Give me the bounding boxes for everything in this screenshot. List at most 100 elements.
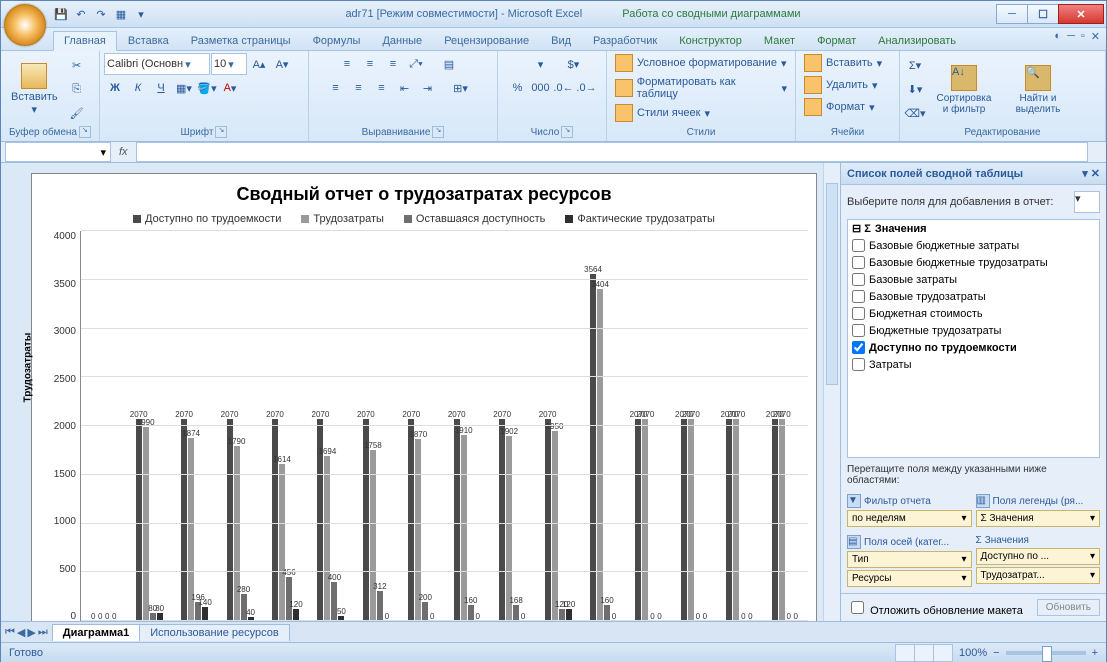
- chart-bar[interactable]: 2070: [779, 419, 785, 621]
- chart-bar[interactable]: 168: [513, 605, 519, 621]
- field-list[interactable]: ⊟ Σ Значения Базовые бюджетные затраты Б…: [847, 219, 1100, 458]
- normal-view-button[interactable]: [895, 644, 915, 662]
- zoom-slider[interactable]: [1006, 651, 1086, 655]
- update-button[interactable]: Обновить: [1037, 599, 1100, 616]
- font-launcher[interactable]: ↘: [215, 126, 227, 138]
- bold-button[interactable]: Ж: [104, 77, 126, 99]
- zoom-out-button[interactable]: −: [993, 647, 999, 659]
- percent-button[interactable]: %: [507, 77, 529, 99]
- font-color-button[interactable]: A▾: [219, 77, 241, 99]
- chart-bar[interactable]: 2070: [272, 419, 278, 621]
- formula-input[interactable]: [136, 142, 1088, 162]
- align-bottom-button[interactable]: ≡: [382, 53, 404, 75]
- align-middle-button[interactable]: ≡: [359, 53, 381, 75]
- fill-button[interactable]: ⬇▾: [904, 79, 926, 101]
- chart-bar[interactable]: 2070: [454, 419, 460, 621]
- field-item[interactable]: Базовые трудозатраты: [848, 288, 1099, 305]
- tab-data[interactable]: Данные: [371, 31, 433, 50]
- field-item[interactable]: Базовые бюджетные затраты: [848, 237, 1099, 254]
- layout-options-button[interactable]: ▾: [1074, 191, 1100, 213]
- sheet-tab-other[interactable]: Использование ресурсов: [139, 624, 289, 641]
- autosum-button[interactable]: Σ▾: [904, 55, 926, 77]
- chart-bar[interactable]: 2070: [772, 419, 778, 621]
- qat-more-icon[interactable]: ▾: [133, 6, 149, 22]
- tab-developer[interactable]: Разработчик: [582, 31, 668, 50]
- print-preview-icon[interactable]: ▦: [113, 6, 129, 22]
- tab-design[interactable]: Конструктор: [668, 31, 753, 50]
- chart-bar[interactable]: 140: [202, 607, 208, 621]
- decrease-decimal-button[interactable]: .0→: [576, 77, 598, 99]
- comma-button[interactable]: 000: [530, 77, 552, 99]
- field-group-header[interactable]: ⊟ Σ Значения: [848, 220, 1099, 237]
- minimize-button[interactable]: ─: [996, 4, 1028, 24]
- prev-sheet-icon[interactable]: ◀: [17, 626, 25, 639]
- undo-icon[interactable]: ↶: [73, 6, 89, 22]
- field-item[interactable]: Затраты: [848, 356, 1099, 373]
- format-as-table-button[interactable]: Форматировать как таблицу▾: [611, 75, 791, 101]
- chart-bar[interactable]: 2070: [642, 419, 648, 621]
- values-area[interactable]: Σ Значения Доступно по ...▾ Трудозатрат.…: [976, 533, 1101, 589]
- tab-home[interactable]: Главная: [53, 31, 117, 51]
- align-left-button[interactable]: ≡: [325, 77, 347, 99]
- field-item[interactable]: Базовые бюджетные трудозатраты: [848, 254, 1099, 271]
- copy-button[interactable]: ⎘: [66, 78, 88, 100]
- chart-bar[interactable]: 1950: [552, 431, 558, 621]
- number-launcher[interactable]: ↘: [561, 126, 573, 138]
- legend-area-value[interactable]: Σ Значения▾: [976, 510, 1101, 527]
- increase-decimal-button[interactable]: .0←: [553, 77, 575, 99]
- chart-bar[interactable]: 456: [286, 577, 292, 621]
- chart-bar[interactable]: 1614: [279, 464, 285, 621]
- tab-format[interactable]: Формат: [806, 31, 867, 50]
- tab-view[interactable]: Вид: [540, 31, 582, 50]
- values-area-value-1[interactable]: Трудозатрат...▾: [976, 567, 1101, 584]
- clear-button[interactable]: ⌫▾: [904, 103, 926, 125]
- chart-bar[interactable]: 2070: [227, 419, 233, 621]
- redo-icon[interactable]: ↷: [93, 6, 109, 22]
- number-format-combo[interactable]: ▾: [520, 53, 562, 75]
- increase-indent-button[interactable]: ⇥: [417, 77, 439, 99]
- task-pane-dropdown-icon[interactable]: ▾: [1082, 168, 1088, 180]
- field-item[interactable]: Бюджетные трудозатраты: [848, 322, 1099, 339]
- chart-bar[interactable]: 2070: [181, 419, 187, 621]
- chart-bar[interactable]: 1790: [234, 446, 240, 621]
- format-painter-button[interactable]: 🖌: [66, 102, 88, 124]
- font-size-combo[interactable]: 10▾: [211, 53, 247, 75]
- cut-button[interactable]: ✂: [66, 54, 88, 76]
- values-area-value-0[interactable]: Доступно по ...▾: [976, 548, 1101, 565]
- chart-bar[interactable]: 1758: [370, 450, 376, 621]
- paste-button[interactable]: Вставить ▾: [5, 61, 64, 118]
- align-top-button[interactable]: ≡: [336, 53, 358, 75]
- font-name-combo[interactable]: Calibri (Основн▾: [104, 53, 210, 75]
- chart-bar[interactable]: 2070: [688, 419, 694, 621]
- axis-fields-area[interactable]: ▤Поля осей (катег... Тип▾ Ресурсы▾: [847, 533, 972, 589]
- find-select-button[interactable]: 🔍 Найти и выделить: [1002, 63, 1074, 117]
- merge-center-button[interactable]: ⊞▾: [440, 77, 482, 99]
- chart-bar[interactable]: 2070: [681, 419, 687, 621]
- sort-filter-button[interactable]: A↓ Сортировка и фильтр: [928, 63, 1000, 117]
- chart-bar[interactable]: 160: [468, 605, 474, 621]
- chart-bar[interactable]: 2070: [408, 419, 414, 621]
- chart-bar[interactable]: 1902: [506, 436, 512, 621]
- field-item[interactable]: Доступно по трудоемкости: [848, 339, 1099, 356]
- insert-cells-button[interactable]: Вставить▾: [800, 53, 886, 73]
- chart-bar[interactable]: 2070: [733, 419, 739, 621]
- chart-bar[interactable]: 1990: [143, 427, 149, 621]
- chart-bar[interactable]: 3564: [590, 274, 596, 621]
- office-button[interactable]: [4, 4, 46, 46]
- field-item[interactable]: Бюджетная стоимость: [848, 305, 1099, 322]
- save-icon[interactable]: 💾: [53, 6, 69, 22]
- task-pane-close-icon[interactable]: ✕: [1091, 168, 1100, 180]
- filter-area-value[interactable]: по неделям▾: [847, 510, 972, 527]
- chart-bar[interactable]: 2070: [635, 419, 641, 621]
- italic-button[interactable]: К: [127, 77, 149, 99]
- chart-bar[interactable]: 160: [604, 605, 610, 621]
- chart-bar[interactable]: 312: [377, 591, 383, 621]
- align-center-button[interactable]: ≡: [348, 77, 370, 99]
- chart-bar[interactable]: 1910: [461, 435, 467, 621]
- decrease-indent-button[interactable]: ⇤: [394, 77, 416, 99]
- delete-cells-button[interactable]: Удалить▾: [800, 75, 882, 95]
- tab-formulas[interactable]: Формулы: [302, 31, 372, 50]
- tab-insert[interactable]: Вставка: [117, 31, 180, 50]
- zoom-in-button[interactable]: +: [1092, 647, 1098, 659]
- close-workbook-icon[interactable]: ✕: [1091, 30, 1100, 43]
